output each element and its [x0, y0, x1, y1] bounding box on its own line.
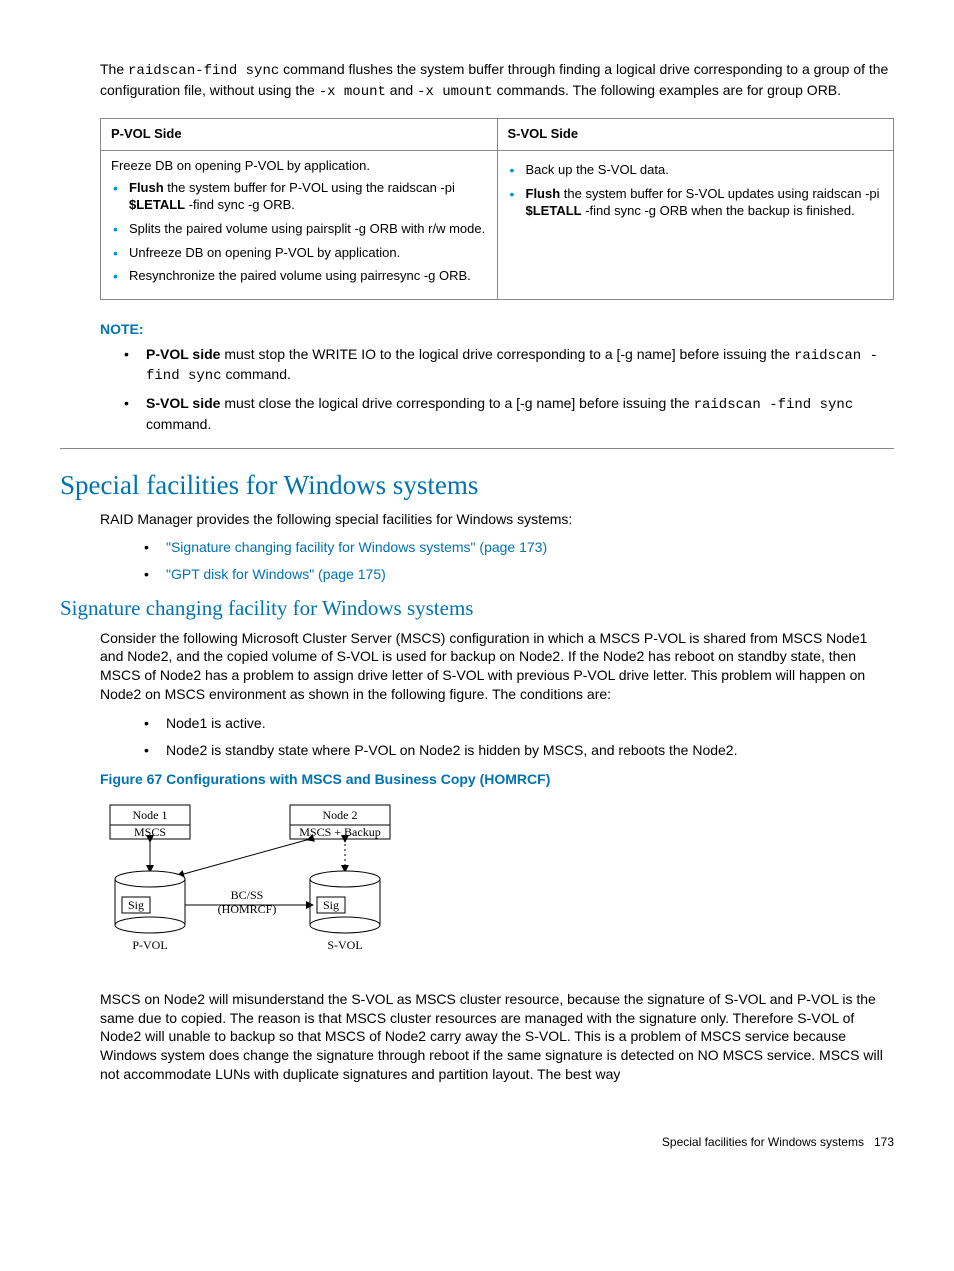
list-item: Unfreeze DB on opening P-VOL by applicat…	[111, 244, 487, 262]
pvol-lead: Freeze DB on opening P-VOL by applicatio…	[111, 157, 487, 175]
fig-mscs: MSCS	[134, 825, 166, 839]
intro-c: and	[386, 82, 417, 98]
list-item: Flush the system buffer for S-VOL update…	[508, 185, 884, 220]
page-footer: Special facilities for Windows systems 1…	[60, 1134, 894, 1150]
list-item: Node1 is active.	[140, 714, 894, 733]
b: $LETALL	[129, 197, 185, 212]
fig-homrcf: (HOMRCF)	[218, 902, 277, 916]
fig-node2: Node 2	[323, 808, 358, 822]
list-item: Back up the S-VOL data.	[508, 161, 884, 179]
paragraph: Consider the following Microsoft Cluster…	[100, 629, 894, 705]
pvol-cell: Freeze DB on opening P-VOL by applicatio…	[101, 151, 498, 299]
horizontal-rule	[60, 448, 894, 449]
list-item: Splits the paired volume using pairsplit…	[111, 220, 487, 238]
pvol-header: P-VOL Side	[101, 118, 498, 151]
list-item: "GPT disk for Windows" (page 175)	[140, 565, 894, 584]
fig-sig1: Sig	[128, 898, 144, 912]
svol-cell: Back up the S-VOL data. Flush the system…	[497, 151, 894, 299]
fig-bcss: BC/SS	[231, 888, 264, 902]
list-item: Flush the system buffer for P-VOL using …	[111, 179, 487, 214]
link[interactable]: "Signature changing facility for Windows…	[166, 539, 547, 555]
list-item: "Signature changing facility for Windows…	[140, 538, 894, 557]
intro-paragraph: The raidscan-find sync command flushes t…	[100, 60, 894, 102]
fig-pvol: P-VOL	[132, 938, 167, 952]
subsection-heading: Signature changing facility for Windows …	[60, 594, 894, 622]
note-heading: NOTE:	[100, 320, 894, 339]
b: Flush	[129, 180, 164, 195]
intro-opt1: -x mount	[319, 84, 386, 100]
list-item: Node2 is standby state where P-VOL on No…	[140, 741, 894, 760]
b: S-VOL side	[146, 395, 220, 411]
sides-table: P-VOL Side S-VOL Side Freeze DB on openi…	[100, 118, 894, 300]
footer-text: Special facilities for Windows systems	[662, 1135, 864, 1149]
intro-a: The	[100, 61, 128, 77]
intro-opt2: -x umount	[417, 84, 493, 100]
fig-node1: Node 1	[133, 808, 168, 822]
fig-svol: S-VOL	[327, 938, 362, 952]
list-item: Resynchronize the paired volume using pa…	[111, 267, 487, 285]
section-heading: Special facilities for Windows systems	[60, 467, 894, 503]
figure-title: Figure 67 Configurations with MSCS and B…	[100, 770, 894, 789]
fig-sig2: Sig	[323, 898, 339, 912]
link[interactable]: "GPT disk for Windows" (page 175)	[166, 566, 386, 582]
fig-mscsb: MSCS + Backup	[299, 825, 380, 839]
footer-page: 173	[874, 1135, 894, 1149]
svol-header: S-VOL Side	[497, 118, 894, 151]
section-lead: RAID Manager provides the following spec…	[100, 510, 894, 529]
b: Flush	[526, 186, 561, 201]
intro-d: commands. The following examples are for…	[493, 82, 841, 98]
figure-diagram: Node 1 MSCS Node 2 MSCS + Backup	[100, 797, 894, 972]
cmd: raidscan -find sync	[694, 397, 854, 413]
paragraph: MSCS on Node2 will misunderstand the S-V…	[100, 990, 894, 1084]
list-item: S-VOL side must close the logical drive …	[120, 394, 894, 434]
b: P-VOL side	[146, 346, 220, 362]
b: $LETALL	[526, 203, 582, 218]
list-item: P-VOL side must stop the WRITE IO to the…	[120, 345, 894, 387]
intro-cmd: raidscan-find sync	[128, 63, 279, 79]
